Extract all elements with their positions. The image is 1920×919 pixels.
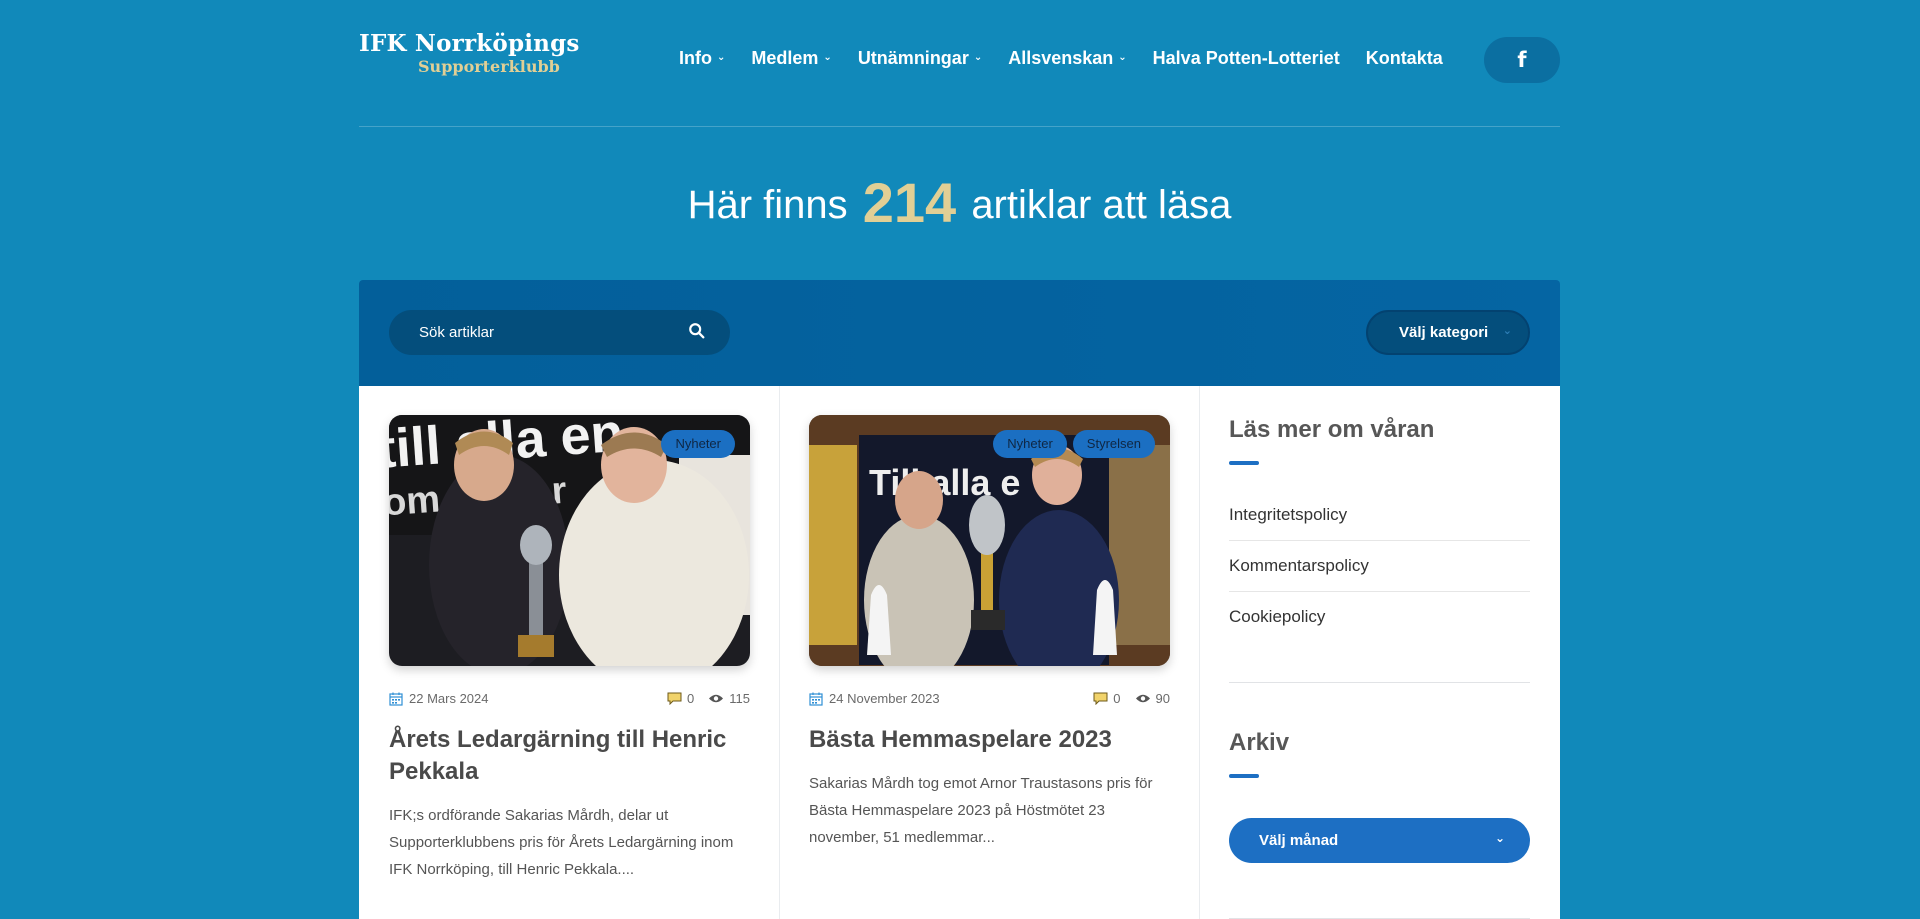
search-input[interactable]: Sök artiklar xyxy=(389,310,730,355)
main-nav: Info ⌄ Medlem ⌄ Utnämningar ⌄ Allsvenskan ⌄ … xyxy=(679,48,1469,69)
nav-label: Halva Potten-Lotteriet xyxy=(1152,48,1340,68)
nav-item-medlem[interactable]: Medlem ⌄ xyxy=(751,48,831,69)
view-count-value: 115 xyxy=(729,691,750,706)
logo-title: IFK Norrköpings xyxy=(359,30,580,57)
policy-links: Integritetspolicy Kommentarspolicy Cooki… xyxy=(1229,490,1530,642)
category-badge[interactable]: Nyheter xyxy=(993,430,1067,458)
article-card[interactable]: till alla en om angtar Nyheter xyxy=(389,415,750,883)
eye-icon xyxy=(1135,694,1150,703)
month-select[interactable]: Välj månad ⌄ xyxy=(1229,818,1530,863)
comment-icon xyxy=(1093,692,1108,705)
title-underline xyxy=(1229,774,1259,778)
article-excerpt: Sakarias Mårdh tog emot Arnor Traustason… xyxy=(809,775,1153,846)
article-image[interactable]: till alla en om angtar Nyheter xyxy=(389,415,750,666)
article-meta: 24 November 2023 0 90 xyxy=(809,691,1170,706)
view-count-value: 90 xyxy=(1155,691,1170,706)
chevron-down-icon: ⌄ xyxy=(1118,52,1127,63)
comment-count[interactable]: 0 xyxy=(667,691,694,706)
category-badge[interactable]: Styrelsen xyxy=(1072,430,1155,458)
article-count: 214 xyxy=(862,171,957,234)
column-divider xyxy=(1199,386,1200,919)
chevron-down-icon: ⌄ xyxy=(717,52,726,63)
article-excerpt: IFK;s ordförande Sakarias Mårdh, delar u… xyxy=(389,807,734,878)
nav-label: Allsvenskan xyxy=(1008,48,1114,68)
nav-item-allsvenskan[interactable]: Allsvenskan ⌄ xyxy=(1008,48,1126,69)
logo-subtitle: Supporterklubb xyxy=(418,57,560,76)
article-title[interactable]: Årets Ledargärning till Henric Pekkala xyxy=(389,724,750,788)
calendar-icon xyxy=(809,692,823,706)
article-badges: Nyheter xyxy=(661,430,735,458)
sidebar-divider xyxy=(1229,682,1530,683)
category-badge[interactable]: Nyheter xyxy=(661,430,735,458)
nav-item-halva-potten[interactable]: Halva Potten-Lotteriet xyxy=(1153,48,1340,69)
article-card[interactable]: Till alla e Nyheter Styrelsen 24 Novembe… xyxy=(809,415,1170,851)
article-meta: 22 Mars 2024 0 115 xyxy=(389,691,750,706)
filter-bar: Sök artiklar Välj kategori ⌄ xyxy=(359,280,1560,386)
view-count: 90 xyxy=(1135,691,1170,706)
nav-item-info[interactable]: Info ⌄ xyxy=(679,48,725,69)
article-image[interactable]: Till alla e Nyheter Styrelsen xyxy=(809,415,1170,666)
title-underline xyxy=(1229,461,1259,465)
hero-suffix: artiklar att läsa xyxy=(971,183,1232,227)
nav-label: Kontakta xyxy=(1365,48,1443,68)
view-count: 115 xyxy=(708,691,750,706)
comment-icon xyxy=(667,692,682,705)
svg-text:Till alla e: Till alla e xyxy=(869,462,1020,503)
facebook-button[interactable]: f xyxy=(1484,37,1560,83)
column-divider xyxy=(779,386,780,919)
chevron-down-icon: ⌄ xyxy=(1494,831,1505,845)
link-cookiepolicy[interactable]: Cookiepolicy xyxy=(1229,592,1530,642)
eye-icon xyxy=(709,694,724,703)
comment-count-value: 0 xyxy=(1113,691,1121,706)
content-area: till alla en om angtar Nyheter xyxy=(359,386,1560,919)
link-kommentarspolicy[interactable]: Kommentarspolicy xyxy=(1229,541,1530,592)
nav-item-kontakta[interactable]: Kontakta xyxy=(1366,48,1443,69)
article-date: 22 Mars 2024 xyxy=(409,691,489,706)
hero-prefix: Här finns xyxy=(687,183,848,227)
chevron-down-icon: ⌄ xyxy=(973,52,983,63)
comment-count-value: 0 xyxy=(687,691,695,706)
category-select[interactable]: Välj kategori ⌄ xyxy=(1366,310,1530,355)
comment-count[interactable]: 0 xyxy=(1093,691,1121,706)
calendar-icon xyxy=(389,692,403,706)
article-badges: Nyheter Styrelsen xyxy=(993,430,1155,458)
nav-item-utnamningar[interactable]: Utnämningar ⌄ xyxy=(858,48,982,69)
month-select-label: Välj månad xyxy=(1259,832,1339,849)
site-logo[interactable]: IFK Norrköpings Supporterklubb xyxy=(359,30,580,76)
search-placeholder: Sök artiklar xyxy=(419,324,495,341)
article-date: 24 November 2023 xyxy=(829,691,940,706)
article-title[interactable]: Bästa Hemmaspelare 2023 xyxy=(809,724,1170,756)
search-icon[interactable] xyxy=(688,322,706,340)
archive-widget-title: Arkiv xyxy=(1229,729,1290,756)
site-header: IFK Norrköpings Supporterklubb Info ⌄ Med… xyxy=(359,0,1560,127)
about-widget-title: Läs mer om våran xyxy=(1229,416,1435,443)
nav-label: Medlem xyxy=(751,48,819,68)
hero-heading: Här finns 214 artiklar att läsa xyxy=(359,168,1560,240)
nav-label: Info xyxy=(679,48,712,68)
chevron-down-icon: ⌄ xyxy=(823,52,832,63)
nav-label: Utnämningar xyxy=(857,48,969,68)
link-integritetspolicy[interactable]: Integritetspolicy xyxy=(1229,490,1530,541)
category-select-label: Välj kategori xyxy=(1399,324,1489,341)
sidebar: Läs mer om våran Integritetspolicy Komme… xyxy=(1229,415,1530,919)
facebook-icon: f xyxy=(1517,48,1527,72)
chevron-down-icon: ⌄ xyxy=(1502,325,1512,337)
